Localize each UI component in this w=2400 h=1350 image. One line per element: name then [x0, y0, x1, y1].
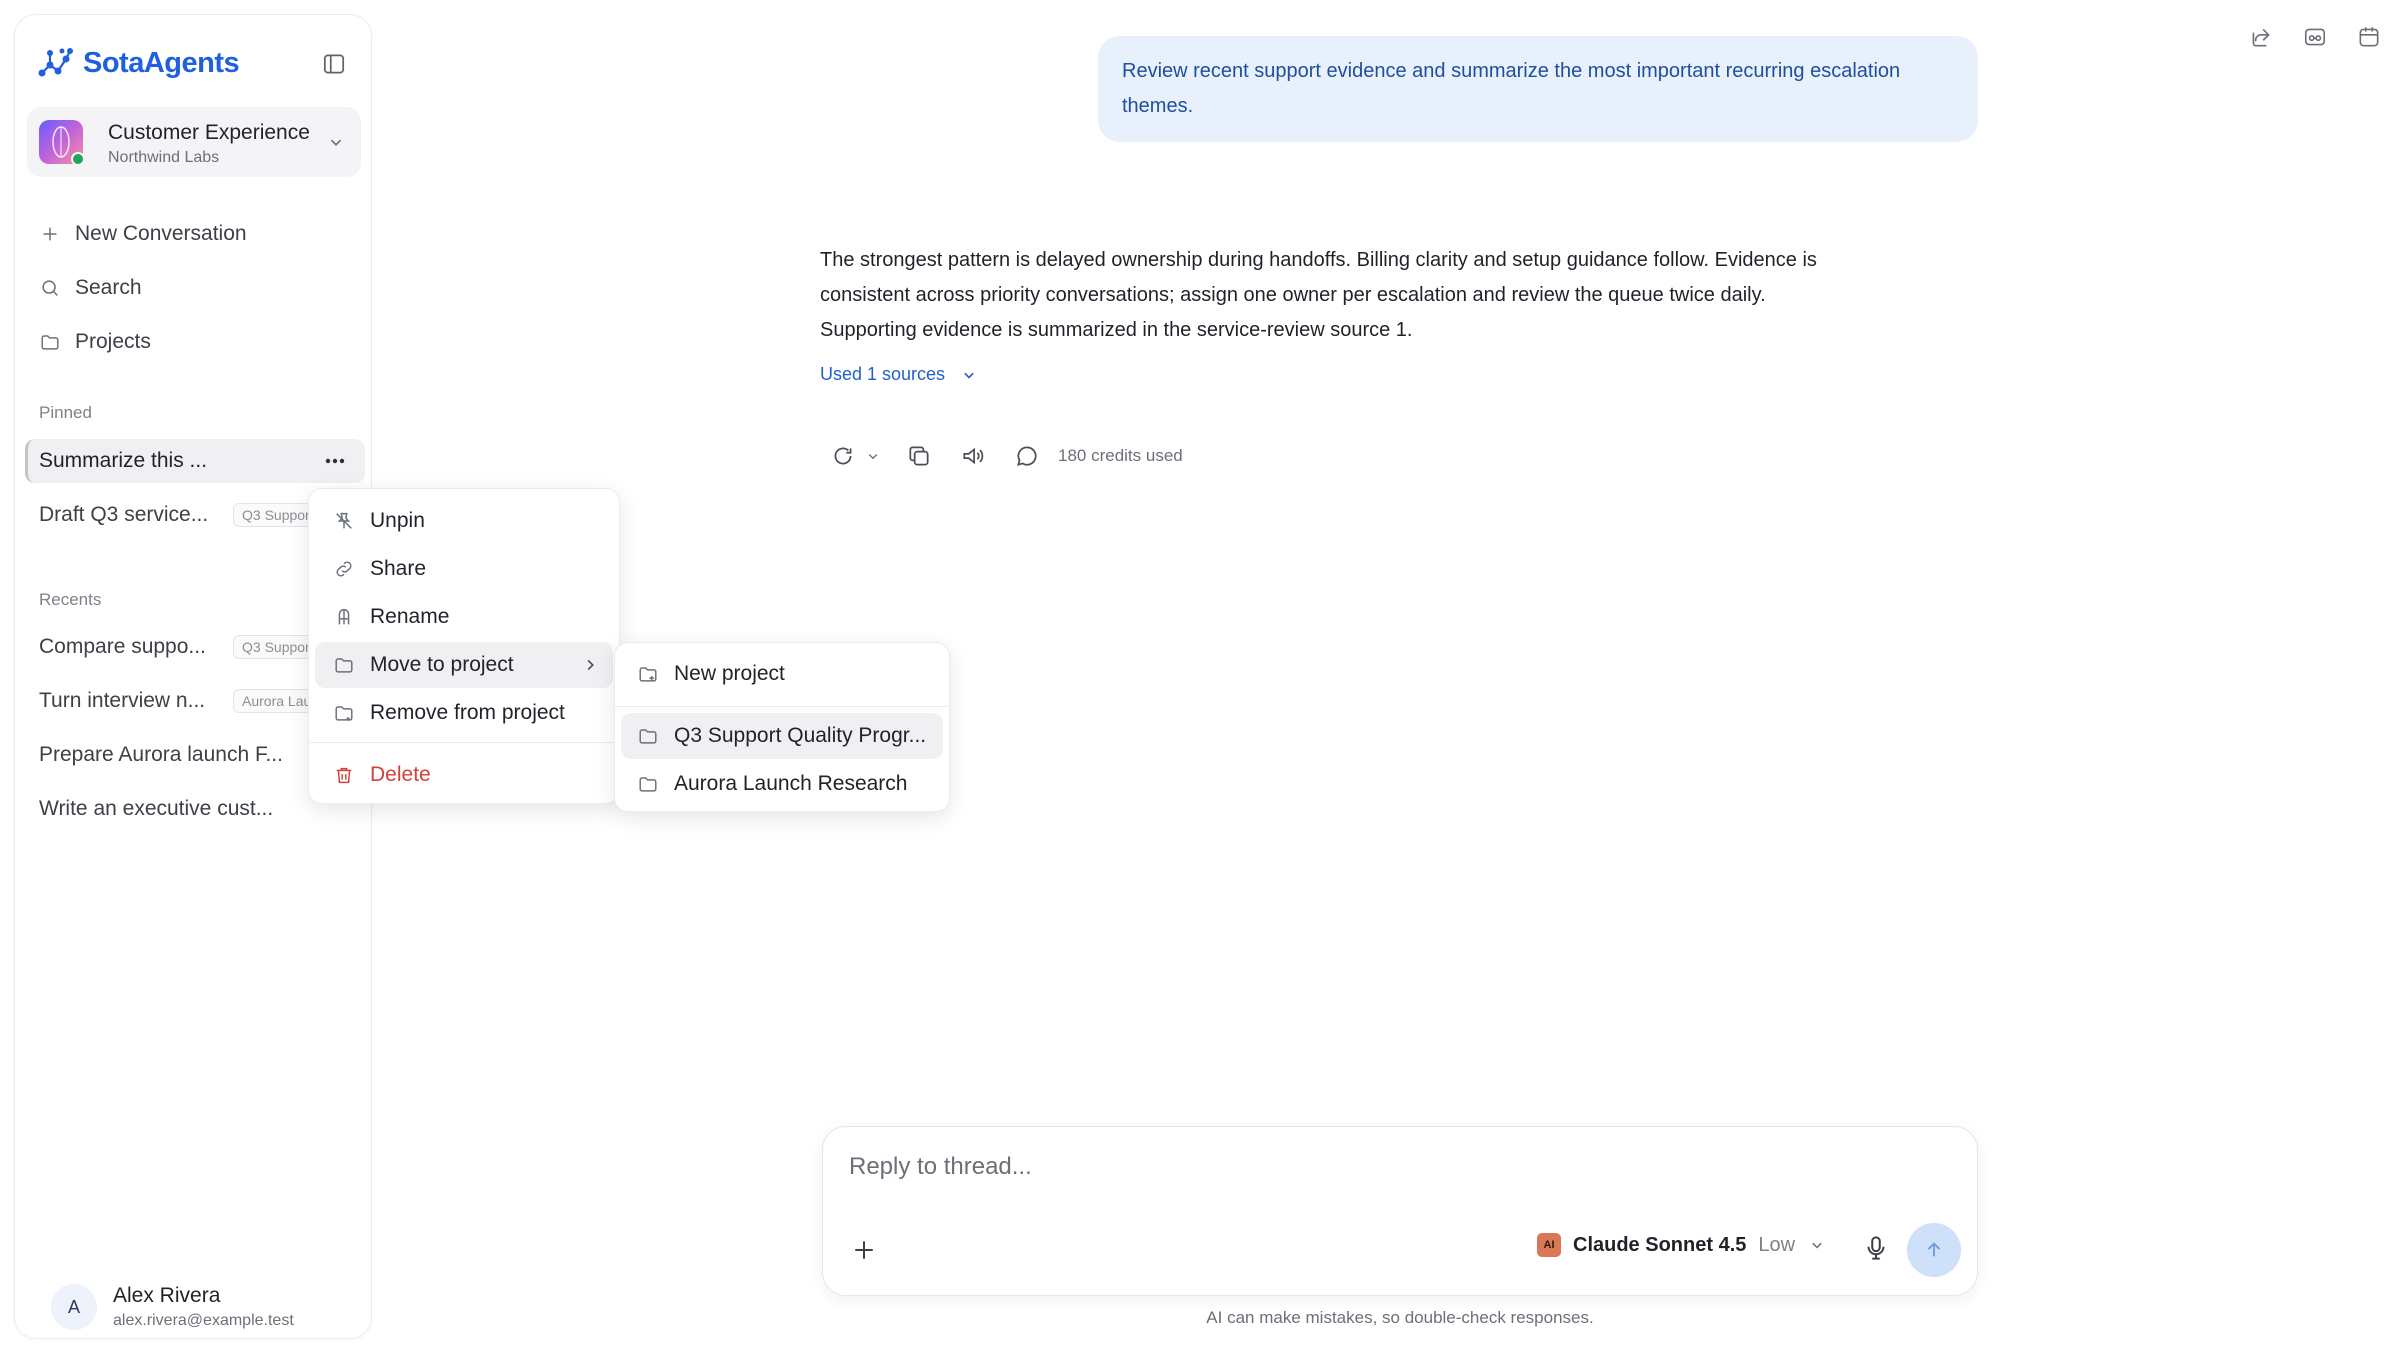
more-options-button[interactable] — [320, 447, 350, 475]
user-name: Alex Rivera — [113, 1284, 221, 1307]
answer-line: consistent across priority conversations… — [820, 284, 1766, 306]
folder-icon — [335, 658, 353, 673]
model-name: Claude Sonnet 4.5 — [1573, 1233, 1747, 1256]
menu-divider — [309, 742, 619, 743]
send-button[interactable] — [1907, 1223, 1961, 1277]
add-attachment-icon[interactable] — [849, 1235, 879, 1265]
unpin-label: Unpin — [370, 509, 425, 532]
trash-icon — [336, 767, 352, 784]
pinned-section-label: Pinned — [39, 403, 92, 422]
sidebar-toggle-icon[interactable] — [321, 51, 347, 77]
folder-remove-icon — [335, 706, 353, 721]
project-menu-item[interactable]: Aurora Launch Research — [621, 761, 943, 807]
search-label: Search — [75, 276, 142, 299]
delete-label: Delete — [370, 763, 431, 786]
reply-input[interactable] — [849, 1153, 1849, 1181]
conversation-title: Prepare Aurora launch F... — [39, 743, 283, 766]
regenerate-icon[interactable] — [830, 443, 856, 469]
logo-icon — [38, 48, 73, 77]
chevron-down-icon[interactable] — [864, 447, 882, 465]
projects-button[interactable]: Projects — [39, 325, 151, 359]
copy-icon[interactable] — [906, 443, 932, 469]
conversation-title: Summarize this ... — [39, 449, 208, 472]
move-to-project-label: Move to project — [370, 653, 514, 676]
new-project-label: New project — [674, 662, 785, 685]
microphone-icon[interactable] — [1861, 1233, 1891, 1263]
recents-section-label: Recents — [39, 590, 102, 609]
calendar-icon[interactable] — [2356, 24, 2382, 50]
user-email: alex.rivera@example.test — [113, 1312, 294, 1329]
brand-name: SotaAgents — [83, 46, 240, 79]
credits-used: 180 credits used — [1058, 446, 1183, 465]
avatar: A — [51, 1284, 97, 1330]
workspace-org: Northwind Labs — [108, 149, 220, 166]
share-label: Share — [370, 557, 427, 580]
folder-plus-icon — [639, 667, 657, 682]
pin-off-icon — [336, 512, 352, 529]
model-effort: Low — [1758, 1233, 1796, 1256]
folder-icon — [639, 729, 657, 744]
incognito-icon[interactable] — [2302, 24, 2328, 50]
workspace-switcher[interactable]: Customer Experience Northwind Labs — [27, 107, 361, 177]
answer-line: Supporting evidence is summarized in the… — [820, 319, 1413, 341]
share-menu-item[interactable]: Share — [315, 546, 613, 592]
chevron-down-icon — [964, 372, 974, 379]
share-icon[interactable] — [2248, 24, 2274, 50]
rename-label: Rename — [370, 605, 450, 628]
project-submenu: New project Q3 Support Quality Progr... … — [614, 642, 950, 812]
plus-icon — [43, 227, 57, 241]
conversation-title: Compare suppo... — [39, 635, 206, 658]
sources-label: Used 1 sources — [820, 364, 946, 384]
remove-from-project-menu-item[interactable]: Remove from project — [315, 690, 613, 736]
conversation-title: Write an executive cust... — [39, 797, 274, 820]
model-selector[interactable]: AI Claude Sonnet 4.5 Low — [1537, 1233, 1827, 1257]
project-label: Aurora Launch Research — [674, 772, 908, 795]
new-conversation-button[interactable]: New Conversation — [39, 217, 247, 251]
new-conversation-label: New Conversation — [75, 222, 247, 245]
disclaimer: AI can make mistakes, so double-check re… — [1206, 1308, 1594, 1327]
arrow-up-icon — [1927, 1242, 1941, 1257]
search-icon — [42, 280, 58, 296]
composer: AI Claude Sonnet 4.5 Low — [822, 1126, 1978, 1296]
conversation-title: Draft Q3 service... — [39, 503, 209, 526]
chevron-down-icon — [330, 139, 342, 146]
chevron-down-icon — [1812, 1242, 1822, 1249]
conversation-context-menu: Unpin Share Rename Move to project Remov… — [308, 488, 620, 804]
link-icon — [336, 561, 352, 577]
user-message: Review recent support evidence and summa… — [1098, 36, 1978, 142]
message-actions: 180 credits used — [830, 440, 1183, 472]
new-project-menu-item[interactable]: New project — [621, 651, 943, 697]
search-button[interactable]: Search — [39, 271, 142, 305]
folder-icon — [639, 777, 657, 792]
unpin-menu-item[interactable]: Unpin — [315, 498, 613, 544]
brand[interactable]: SotaAgents — [37, 43, 240, 83]
answer-line: The strongest pattern is delayed ownersh… — [820, 249, 1817, 271]
sources-toggle[interactable]: Used 1 sources — [820, 364, 979, 385]
project-label: Q3 Support Quality Progr... — [674, 724, 927, 747]
remove-from-project-label: Remove from project — [370, 701, 565, 724]
pinned-conversation[interactable]: Summarize this ... — [25, 439, 365, 483]
speaker-icon[interactable] — [960, 443, 986, 469]
chevron-right-icon — [587, 659, 594, 671]
rename-menu-item[interactable]: Rename — [315, 594, 613, 640]
delete-menu-item[interactable]: Delete — [315, 752, 613, 798]
workspace-name: Customer Experience — [108, 121, 310, 144]
menu-divider — [615, 706, 949, 707]
feedback-icon[interactable] — [1014, 443, 1040, 469]
assistant-message: The strongest pattern is delayed ownersh… — [820, 243, 1970, 348]
conversation-title: Turn interview n... — [39, 689, 206, 712]
projects-label: Projects — [75, 330, 151, 353]
online-status-dot — [71, 152, 85, 166]
project-menu-item[interactable]: Q3 Support Quality Progr... — [621, 713, 943, 759]
folder-icon — [41, 335, 59, 350]
model-badge: AI — [1537, 1233, 1561, 1257]
move-to-project-menu-item[interactable]: Move to project — [315, 642, 613, 688]
more-horizontal-icon — [325, 458, 345, 464]
rename-icon — [338, 609, 350, 625]
